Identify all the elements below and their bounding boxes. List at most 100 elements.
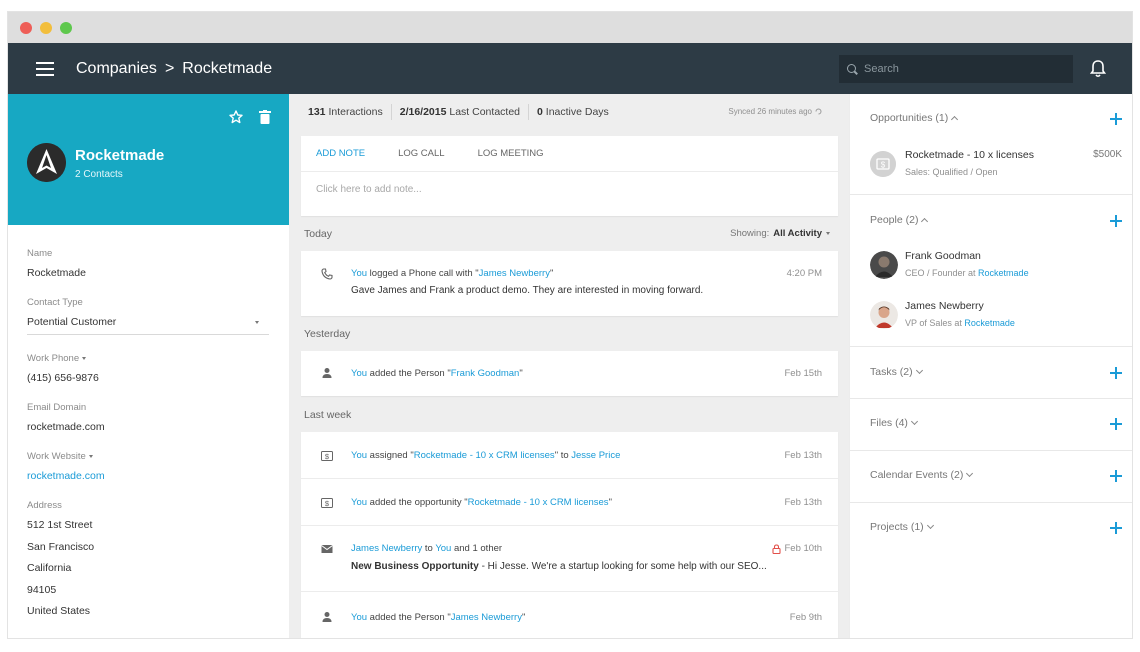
activity-text: You assigned "Rocketmade - 10 x CRM lice… xyxy=(351,450,620,461)
breadcrumb-companies[interactable]: Companies xyxy=(76,60,157,78)
tab-add-note[interactable]: ADD NOTE xyxy=(316,148,365,159)
section-last-week: Last week xyxy=(304,409,352,421)
tasks-section: Tasks (2) xyxy=(850,347,1132,399)
actor-link[interactable]: You xyxy=(351,368,367,379)
work-website-link[interactable]: rocketmade.com xyxy=(27,470,105,482)
field-name-value[interactable]: Rocketmade xyxy=(27,267,86,279)
search-input[interactable] xyxy=(864,63,1064,75)
person-icon xyxy=(322,612,332,622)
avatar[interactable] xyxy=(870,251,898,279)
address-state: California xyxy=(27,562,72,574)
last-contacted-date: 2/16/2015 xyxy=(399,106,447,118)
inactive-days-label: Inactive Days xyxy=(545,106,609,118)
activity-time: 4:20 PM xyxy=(786,268,822,279)
work-phone-value[interactable]: (415) 656-9876 xyxy=(27,372,99,384)
actor-link[interactable]: You xyxy=(351,450,367,461)
avatar[interactable] xyxy=(870,301,898,329)
work-phone-type-select[interactable]: Work Phone xyxy=(27,353,99,364)
address-value[interactable]: 512 1st Street San Francisco California … xyxy=(27,519,94,627)
address-zip: 94105 xyxy=(27,583,57,596)
activity-filter-label: Showing: xyxy=(730,228,770,239)
chevron-up-icon xyxy=(921,217,929,226)
dropdown-caret-icon xyxy=(88,455,93,458)
dropdown-caret-icon xyxy=(82,357,87,360)
related-panel: Opportunities (1) $ Rocketmade - 10 x li… xyxy=(849,94,1132,638)
maximize-window-button[interactable] xyxy=(60,21,72,34)
address-city: San Francisco xyxy=(27,540,95,553)
opportunities-toggle[interactable]: Opportunities (1) xyxy=(870,112,959,124)
activity-filter[interactable]: Showing: All Activity xyxy=(730,228,830,239)
company-link[interactable]: Rocketmade xyxy=(964,318,1015,328)
person-link[interactable]: James Newberry xyxy=(451,612,522,623)
note-composer: ADD NOTE LOG CALL LOG MEETING Click here… xyxy=(301,136,838,216)
activity-item[interactable]: James Newberry to You and 1 other Feb 10… xyxy=(301,526,838,592)
activity-item[interactable]: $ You added the opportunity "Rocketmade … xyxy=(301,479,838,526)
add-project-button[interactable] xyxy=(1110,522,1122,534)
mail-icon xyxy=(321,545,333,553)
actor-link[interactable]: You xyxy=(351,268,367,279)
activity-suffix: " xyxy=(521,612,526,623)
company-panel: Rocketmade 2 Contacts Name Rocketmade Co… xyxy=(8,94,289,638)
composer-tabs: ADD NOTE LOG CALL LOG MEETING xyxy=(301,136,838,172)
address-street: 512 1st Street xyxy=(27,519,93,531)
add-person-button[interactable] xyxy=(1110,215,1122,227)
stats-divider xyxy=(528,104,530,120)
trash-icon[interactable] xyxy=(259,110,271,124)
sync-status[interactable]: Synced 26 minutes ago xyxy=(728,107,822,116)
projects-toggle[interactable]: Projects (1) xyxy=(870,521,934,533)
activity-item[interactable]: $ You assigned "Rocketmade - 10 x CRM li… xyxy=(301,432,838,479)
activity-time: Feb 15th xyxy=(784,368,823,379)
tab-log-meeting[interactable]: LOG MEETING xyxy=(478,148,544,159)
activity-suffix: and 1 other xyxy=(451,543,503,554)
activity-item[interactable]: You logged a Phone call with "James Newb… xyxy=(301,251,838,316)
assignee-link[interactable]: Jesse Price xyxy=(571,450,620,461)
bell-icon[interactable] xyxy=(1089,59,1107,79)
actor-link[interactable]: You xyxy=(351,612,367,623)
add-file-button[interactable] xyxy=(1110,418,1122,430)
search-icon xyxy=(847,63,858,75)
files-toggle[interactable]: Files (4) xyxy=(870,417,918,429)
person-title: CEO / Founder at xyxy=(905,268,979,278)
opportunity-stage: Sales: Qualified / Open xyxy=(905,167,998,177)
activity-text: You added the Person "Frank Goodman" xyxy=(351,368,523,379)
stats-divider xyxy=(390,104,392,120)
company-contacts-count[interactable]: 2 Contacts xyxy=(75,169,123,180)
search-box[interactable] xyxy=(839,55,1073,83)
star-icon[interactable] xyxy=(229,110,243,124)
work-website-type-select[interactable]: Work Website xyxy=(27,451,105,462)
note-input[interactable]: Click here to add note... xyxy=(301,172,838,207)
add-calendar-event-button[interactable] xyxy=(1110,470,1122,482)
minimize-window-button[interactable] xyxy=(40,21,52,34)
add-opportunity-button[interactable] xyxy=(1110,113,1122,125)
dollar-icon: $ xyxy=(321,498,333,508)
opportunity-link[interactable]: Rocketmade - 10 x CRM licenses xyxy=(468,497,609,508)
close-window-button[interactable] xyxy=(20,21,32,34)
actor-link[interactable]: James Newberry xyxy=(351,543,422,554)
people-toggle[interactable]: People (2) xyxy=(870,214,929,226)
hamburger-icon[interactable] xyxy=(36,61,54,76)
activity-text: You added the Person "James Newberry" xyxy=(351,612,525,623)
stats-bar: 131 Interactions 2/16/2015 Last Contacte… xyxy=(308,104,609,120)
lock-icon xyxy=(771,543,781,554)
tab-log-call[interactable]: LOG CALL xyxy=(398,148,444,159)
opportunity-name[interactable]: Rocketmade - 10 x licenses xyxy=(905,149,1034,161)
files-section: Files (4) xyxy=(850,399,1132,451)
field-name: Name Rocketmade xyxy=(27,248,86,279)
contact-type-select[interactable]: Potential Customer xyxy=(27,316,269,335)
actor-link[interactable]: You xyxy=(351,497,367,508)
tasks-toggle[interactable]: Tasks (2) xyxy=(870,366,923,378)
recipient-link[interactable]: You xyxy=(435,543,451,554)
person-name[interactable]: James Newberry xyxy=(905,300,984,312)
person-link[interactable]: James Newberry xyxy=(479,268,550,279)
activity-item[interactable]: You added the Person "James Newberry" Fe… xyxy=(301,592,838,638)
person-icon xyxy=(322,368,332,378)
activity-item[interactable]: You added the Person "Frank Goodman" Feb… xyxy=(301,351,838,396)
chevron-down-icon xyxy=(910,417,918,426)
email-domain-value[interactable]: rocketmade.com xyxy=(27,421,105,433)
company-link[interactable]: Rocketmade xyxy=(978,268,1029,278)
add-task-button[interactable] xyxy=(1110,367,1122,379)
calendar-toggle[interactable]: Calendar Events (2) xyxy=(870,469,974,481)
person-name[interactable]: Frank Goodman xyxy=(905,250,981,262)
opportunity-link[interactable]: Rocketmade - 10 x CRM licenses xyxy=(414,450,555,461)
person-link[interactable]: Frank Goodman xyxy=(451,368,520,379)
